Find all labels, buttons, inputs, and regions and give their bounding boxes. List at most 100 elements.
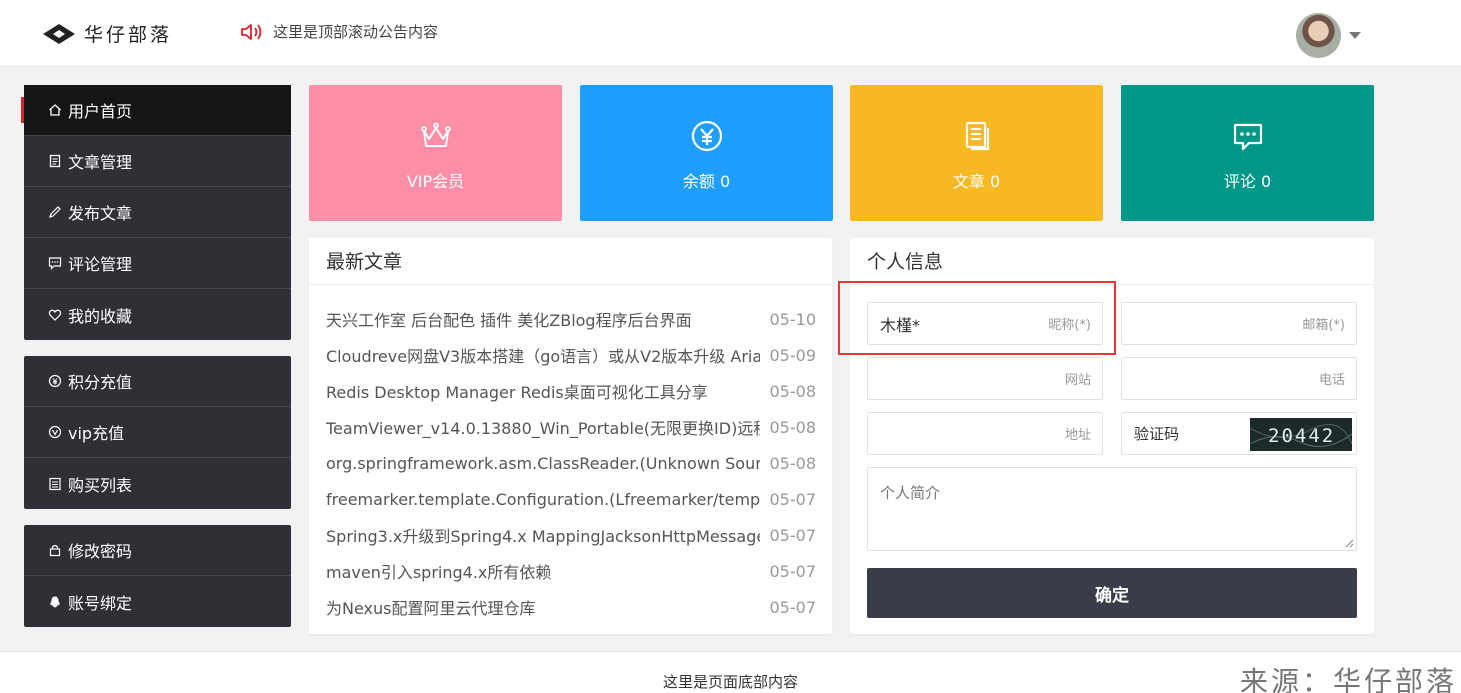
list-icon [49,477,61,490]
pencil-icon [49,206,61,218]
article-list: 天兴工作室 后台配色 插件 美化ZBlog程序后台界面 05-10 Cloudre… [309,285,832,625]
balance-card[interactable]: 余额 0 [580,85,833,221]
list-item[interactable]: Spring3.x升级到Spring4.x MappingJacksonHttp… [309,517,832,553]
article-date: 05-08 [769,453,817,473]
address-placeholder: 地址 [1064,428,1091,443]
card-label: 文章 0 [952,172,1001,191]
phone-field[interactable]: 电话 [1121,357,1357,400]
captcha-graphic: 20442 [1249,423,1353,447]
captcha-field[interactable]: 验证码 20442 [1121,412,1357,455]
sidebar-item-label: 修改密码 [68,542,133,561]
sidebar-item-label: 账号绑定 [68,593,133,613]
sidebar-item-label: 文章管理 [68,153,133,172]
home-icon [49,104,61,116]
article-date: 05-07 [769,561,817,581]
article-count-card[interactable]: 文章 0 [850,85,1103,221]
article-date: 05-10 [769,309,817,329]
article-date: 05-07 [769,489,817,509]
watermark: 来源：华仔部落 [1239,665,1457,693]
coin-icon [48,374,62,388]
bio-placeholder: 个人简介 [880,484,941,502]
sidebar-item-vip-recharge[interactable]: vip充值 [24,407,291,458]
vip-icon [48,425,62,439]
resize-grip-icon[interactable] [1345,539,1354,548]
article-title[interactable]: freemarker.template.Configuration.(Lfree… [326,490,760,509]
bio-textarea[interactable]: 个人简介 [867,467,1357,551]
sidebar-item-purchases[interactable]: 购买列表 [24,458,291,509]
list-item[interactable]: 天兴工作室 后台配色 插件 美化ZBlog程序后台界面 05-10 [309,301,832,337]
sidebar-item-account-binding[interactable]: 账号绑定 [24,576,291,627]
email-placeholder: 邮箱(*) [1302,318,1345,333]
article-date: 05-09 [769,345,817,365]
sidebar-item-points-recharge[interactable]: 积分充值 [24,356,291,407]
article-date: 05-07 [769,597,817,617]
latest-articles-panel: 最新文章 天兴工作室 后台配色 插件 美化ZBlog程序后台界面 05-10 Cl… [309,238,832,634]
chat-icon [1233,123,1262,151]
sidebar-item-favorites[interactable]: 我的收藏 [24,289,291,340]
article-title[interactable]: Redis Desktop Manager Redis桌面可视化工具分享 [326,379,760,403]
article-date: 05-07 [769,525,817,545]
sidebar-item-label: vip充值 [68,424,125,443]
article-title[interactable]: 天兴工作室 后台配色 插件 美化ZBlog程序后台界面 [326,307,760,331]
article-date: 05-08 [769,381,817,401]
yen-icon [691,120,722,152]
heart-icon [48,309,62,321]
website-placeholder: 网站 [1064,373,1091,388]
phone-placeholder: 电话 [1318,373,1345,388]
captcha-text: 20442 [1268,425,1335,447]
submit-button[interactable]: 确定 [867,568,1357,618]
notice-text: 这里是顶部滚动公告内容 [273,23,439,41]
footer-text: 这里是页面底部内容 [662,673,798,691]
card-label: 余额 0 [682,172,731,191]
sidebar-item-label: 发布文章 [68,204,133,223]
logo-icon [43,23,75,44]
vip-member-card[interactable]: VIP会员 [309,85,562,221]
comment-icon [48,257,62,270]
chevron-down-icon[interactable] [1349,32,1361,39]
panel-title: 最新文章 [309,238,832,285]
captcha-image[interactable]: 20442 [1249,418,1353,451]
site-logo[interactable]: 华仔部落 [42,20,172,47]
avatar[interactable] [1296,13,1341,58]
sidebar-group-account: 修改密码 账号绑定 [24,525,291,627]
article-title[interactable]: Cloudreve网盘V3版本搭建（go语言）或从V2版本升级 Aria2 [326,343,760,367]
list-item[interactable]: 为Nexus配置阿里云代理仓库 05-07 [309,589,832,625]
sidebar-group-main: 用户首页 文章管理 发布文章 评论管理 我的收藏 [21,85,291,340]
list-item[interactable]: Redis Desktop Manager Redis桌面可视化工具分享 05-0… [309,373,832,409]
comment-count-card[interactable]: 评论 0 [1121,85,1374,221]
address-field[interactable]: 地址 [867,412,1103,455]
article-title[interactable]: maven引入spring4.x所有依赖 [326,559,760,583]
list-item[interactable]: freemarker.template.Configuration.(Lfree… [309,481,832,517]
list-item[interactable]: TeamViewer_v14.0.13880_Win_Portable(无限更换… [309,409,832,445]
sidebar-item-articles[interactable]: 文章管理 [24,136,291,187]
lock-icon [49,544,61,557]
sidebar-item-label: 购买列表 [68,475,133,495]
sidebar-item-comments[interactable]: 评论管理 [24,238,291,289]
article-title[interactable]: TeamViewer_v14.0.13880_Win_Portable(无限更换… [326,415,760,439]
speaker-icon [241,23,262,40]
sidebar-item-label: 用户首页 [68,102,133,121]
website-field[interactable]: 网站 [867,357,1103,400]
article-date: 05-08 [769,417,817,437]
list-item[interactable]: maven引入spring4.x所有依赖 05-07 [309,553,832,589]
article-icon [965,121,989,151]
email-field[interactable]: 邮箱(*) [1121,302,1357,345]
sidebar-item-label: 我的收藏 [68,306,133,326]
sidebar-item-publish[interactable]: 发布文章 [24,187,291,238]
article-title[interactable]: Spring3.x升级到Spring4.x MappingJacksonHttp… [326,523,760,547]
sidebar-item-change-password[interactable]: 修改密码 [24,525,291,576]
user-menu[interactable] [1296,13,1361,58]
sidebar-item-label: 评论管理 [68,255,133,274]
notice-bar: 这里是顶部滚动公告内容 [240,21,438,42]
highlight-box [838,281,1116,355]
article-title[interactable]: org.springframework.asm.ClassReader.(Unk… [326,454,760,473]
sidebar-item-label: 积分充值 [68,373,133,392]
card-label: 评论 0 [1223,172,1272,191]
document-icon [49,154,61,168]
logo-text: 华仔部落 [84,24,173,46]
list-item[interactable]: org.springframework.asm.ClassReader.(Unk… [309,445,832,481]
crown-icon [420,122,451,147]
sidebar-item-home[interactable]: 用户首页 [21,85,291,136]
list-item[interactable]: Cloudreve网盘V3版本搭建（go语言）或从V2版本升级 Aria2 05-… [309,337,832,373]
article-title[interactable]: 为Nexus配置阿里云代理仓库 [326,595,760,619]
